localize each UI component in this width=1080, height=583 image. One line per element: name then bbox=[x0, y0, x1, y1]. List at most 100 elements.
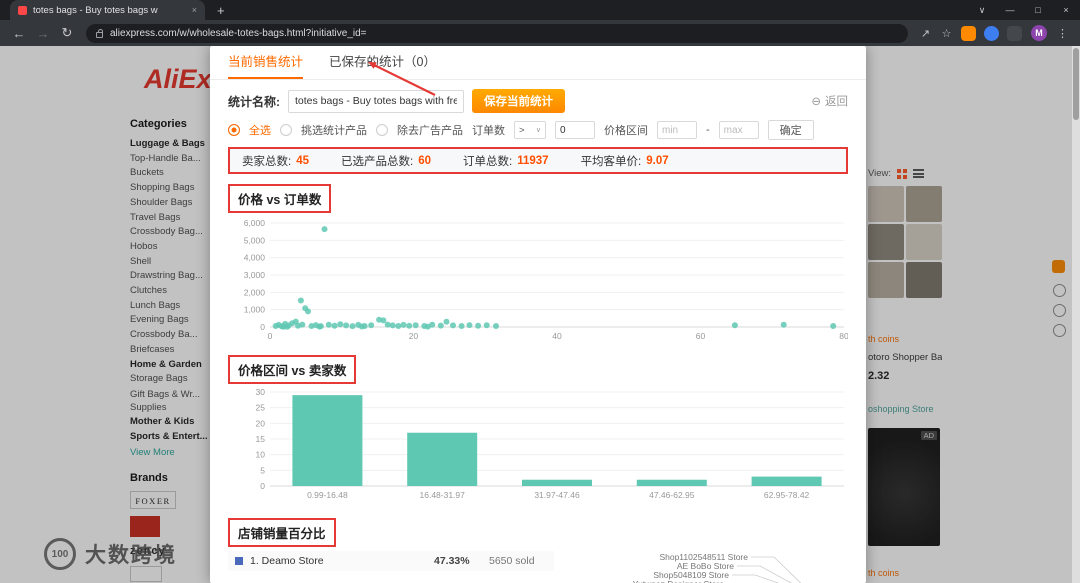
scatter-point bbox=[450, 322, 456, 329]
statistic-name-input[interactable] bbox=[288, 89, 464, 113]
confirm-button[interactable]: 确定 bbox=[767, 120, 814, 140]
svg-text:0: 0 bbox=[260, 322, 265, 332]
scatter-point bbox=[380, 317, 387, 324]
bar bbox=[522, 479, 592, 486]
summary-stat-value: 11937 bbox=[517, 154, 549, 167]
svg-text:4,000: 4,000 bbox=[244, 253, 266, 263]
pie-chart: Shop1102548511 StoreAE BoBo StoreShop504… bbox=[633, 552, 802, 583]
tab-search-icon[interactable]: ∨ bbox=[968, 5, 996, 16]
svg-text:3,000: 3,000 bbox=[244, 270, 266, 280]
svg-text:1,000: 1,000 bbox=[244, 305, 266, 315]
scatter-point bbox=[384, 321, 391, 328]
summary-stat-label: 订单总数: bbox=[463, 155, 513, 168]
svg-text:60: 60 bbox=[696, 331, 706, 341]
bar bbox=[636, 479, 707, 486]
profile-avatar[interactable]: M bbox=[1031, 25, 1047, 41]
panel-tabs: 当前销售统计 已保存的统计（0） bbox=[210, 46, 866, 80]
scatter-point bbox=[731, 322, 738, 329]
chevron-down-icon: ∨ bbox=[535, 127, 541, 134]
scatter-point bbox=[305, 308, 311, 315]
price-max-input[interactable] bbox=[718, 121, 759, 139]
svg-text:0: 0 bbox=[260, 481, 265, 491]
new-tab-button[interactable]: + bbox=[217, 3, 225, 18]
extension-plugin-icon[interactable] bbox=[961, 25, 976, 41]
bookmark-star-icon[interactable]: ☆ bbox=[937, 27, 956, 40]
legend-color-swatch bbox=[235, 557, 243, 565]
scatter-point bbox=[368, 322, 375, 329]
radio-pick-products-label[interactable]: 挑选统计产品 bbox=[301, 122, 367, 138]
svg-text:25: 25 bbox=[256, 403, 266, 413]
scatter-point bbox=[483, 322, 490, 329]
extension-dark-icon[interactable] bbox=[1007, 25, 1022, 41]
summary-bar: 卖家总数: 45 已选产品总数: 60 订单总数: 11937 平均客单价: 9.07 bbox=[228, 147, 848, 174]
scatter-point bbox=[395, 323, 402, 329]
scatter-point bbox=[321, 226, 328, 233]
watermark-text: 大数跨境 bbox=[85, 544, 177, 567]
radio-pick-products[interactable] bbox=[280, 124, 292, 136]
orders-operator-select[interactable]: > ∨ bbox=[514, 121, 546, 139]
share-icon[interactable]: ↗ bbox=[916, 27, 935, 40]
page-scrollbar[interactable] bbox=[1072, 46, 1080, 583]
summary-stat-value: 9.07 bbox=[646, 154, 669, 167]
store-list-row[interactable]: 1. Deamo Store 47.33% 5650 sold bbox=[228, 551, 554, 571]
minimize-button[interactable]: — bbox=[996, 5, 1024, 15]
scatter-point bbox=[284, 323, 291, 330]
scatter-point bbox=[406, 322, 413, 329]
svg-text:2,000: 2,000 bbox=[244, 287, 266, 297]
summary-stat-label: 已选产品总数: bbox=[341, 155, 414, 168]
price-range-label: 价格区间 bbox=[604, 125, 648, 137]
scatter-point bbox=[389, 322, 396, 329]
save-statistics-button[interactable]: 保存当前统计 bbox=[472, 89, 565, 113]
radio-remove-ads[interactable] bbox=[376, 124, 388, 136]
tab-current-statistics[interactable]: 当前销售统计 bbox=[228, 46, 304, 79]
radio-remove-ads-label[interactable]: 除去广告产品 bbox=[397, 122, 463, 138]
svg-text:15: 15 bbox=[256, 434, 266, 444]
orders-value-input[interactable] bbox=[555, 121, 595, 139]
radio-select-all-label[interactable]: 全选 bbox=[249, 122, 271, 138]
scatter-point bbox=[343, 322, 350, 329]
scatter-point bbox=[349, 323, 356, 330]
back-icon[interactable]: ← bbox=[8, 26, 30, 41]
svg-text:0: 0 bbox=[268, 331, 273, 341]
scatter-point bbox=[830, 323, 837, 329]
statistic-name-label: 统计名称: bbox=[228, 94, 280, 109]
statistic-name-row: 统计名称: 保存当前统计 ⊖ 返回 bbox=[210, 89, 866, 113]
summary-stat: 平均客单价: 9.07 bbox=[581, 153, 669, 169]
circle-minus-icon: ⊖ bbox=[811, 96, 821, 108]
svg-text:5,000: 5,000 bbox=[244, 235, 266, 245]
price-min-input[interactable] bbox=[657, 121, 697, 139]
summary-stat: 卖家总数: 45 bbox=[242, 153, 309, 169]
scatter-chart-wrap: 6,000 5,000 4,000 3,000 2,000 1,000 0 0 20 40 60 80 bbox=[210, 215, 866, 345]
browser-toolbar: ← → ↻ aliexpress.com/w/wholesale-totes-b… bbox=[0, 20, 1080, 46]
bar-section-title: 价格区间 vs 卖家数 bbox=[228, 355, 357, 384]
watermark: 100 大数跨境 bbox=[44, 538, 177, 570]
scatter-chart: 6,000 5,000 4,000 3,000 2,000 1,000 00 20 40 60 80 bbox=[244, 218, 848, 341]
scatter-point bbox=[316, 323, 323, 330]
radio-select-all[interactable] bbox=[228, 124, 240, 136]
reload-icon[interactable]: ↻ bbox=[56, 25, 78, 41]
back-link[interactable]: ⊖ 返回 bbox=[811, 93, 848, 109]
extension-blue-icon[interactable] bbox=[984, 25, 999, 41]
bar-category-label: 31.97-47.46 bbox=[534, 490, 580, 500]
scatter-point bbox=[337, 321, 344, 328]
scatter-point bbox=[458, 323, 465, 329]
back-link-label: 返回 bbox=[825, 96, 848, 108]
scatter-section-title: 价格 vs 订单数 bbox=[228, 184, 332, 213]
watermark-logo: 100 bbox=[44, 538, 76, 570]
maximize-button[interactable]: □ bbox=[1024, 5, 1052, 15]
browser-tab[interactable]: totes bags - Buy totes bags w × bbox=[10, 0, 205, 20]
menu-kebab-icon[interactable]: ⋮ bbox=[1053, 27, 1072, 40]
svg-text:80: 80 bbox=[839, 331, 848, 341]
bar bbox=[751, 476, 822, 486]
store-sold: 5650 sold bbox=[489, 555, 535, 567]
address-bar[interactable]: aliexpress.com/w/wholesale-totes-bags.ht… bbox=[86, 23, 908, 43]
scrollbar-thumb[interactable] bbox=[1073, 48, 1079, 120]
svg-text:5: 5 bbox=[260, 465, 265, 475]
pie-label-connector bbox=[732, 574, 780, 583]
pie-label-connector bbox=[737, 565, 792, 583]
tab-close-icon[interactable]: × bbox=[192, 5, 197, 15]
forward-icon[interactable]: → bbox=[32, 26, 54, 41]
close-button[interactable]: × bbox=[1052, 5, 1080, 15]
bar-chart-wrap: 0 5 10 15 20 25 30 0.99-16.48 16.48-31.97 31.97-4… bbox=[210, 386, 866, 508]
tab-saved-statistics[interactable]: 已保存的统计（0） bbox=[329, 46, 436, 79]
